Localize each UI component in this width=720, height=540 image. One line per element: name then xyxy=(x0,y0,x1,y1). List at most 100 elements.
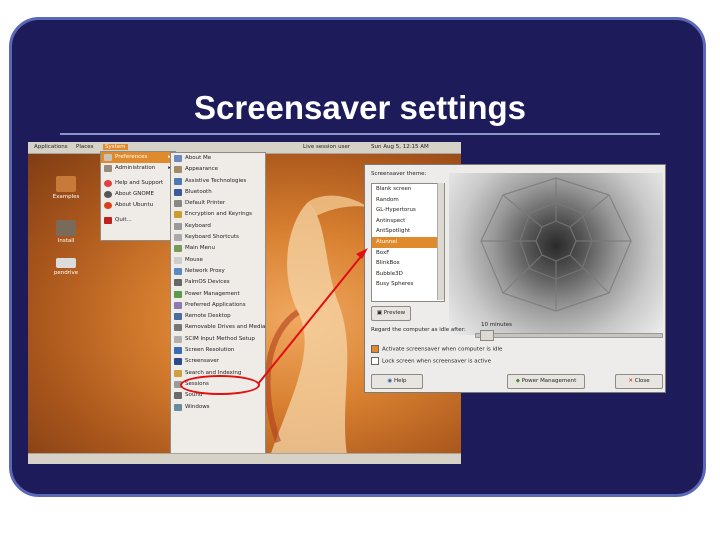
pref-item[interactable]: Default Printer xyxy=(171,198,265,209)
clock[interactable]: Sun Aug 5, 12:15 AM xyxy=(371,144,429,150)
idle-time-label: Regard the computer as idle after: xyxy=(371,327,466,333)
applications-menu[interactable]: Applications xyxy=(34,144,68,150)
theme-option[interactable]: Antinspect xyxy=(372,216,444,227)
menu-item-help[interactable]: Help and Support xyxy=(101,178,175,189)
examples-desktop-icon[interactable]: Examples xyxy=(46,176,86,200)
pref-item[interactable]: Bluetooth xyxy=(171,187,265,198)
pref-item[interactable]: Mouse xyxy=(171,255,265,266)
menu-item-about-gnome[interactable]: About GNOME xyxy=(101,189,175,200)
network-proxy-icon xyxy=(174,267,182,275)
menu-item-preferences[interactable]: Preferences▸ xyxy=(101,152,175,163)
folder-icon xyxy=(56,176,76,192)
install-icon xyxy=(56,220,76,236)
search-icon xyxy=(174,369,182,377)
pref-item-screensaver[interactable]: Screensaver xyxy=(171,356,265,367)
screensaver-preferences-dialog: Screensaver theme: Blank screen Random G… xyxy=(364,164,666,393)
theme-list[interactable]: Blank screen Random GL-Hypertorus Antins… xyxy=(371,183,445,302)
ubuntu-icon xyxy=(104,202,112,209)
preview-icon: ▣ xyxy=(376,310,384,316)
idle-time-value: 10 minutes xyxy=(481,322,513,328)
sound-icon xyxy=(174,392,182,400)
power-management-button[interactable]: ◆ Power Management xyxy=(507,374,585,389)
screensaver-preview xyxy=(449,173,663,335)
pref-item[interactable]: Keyboard Shortcuts xyxy=(171,232,265,243)
pref-item[interactable]: Screen Resolution xyxy=(171,345,265,356)
theme-option[interactable]: AntSpotlight xyxy=(372,226,444,237)
screensaver-icon xyxy=(174,358,182,366)
slide-title: Screensaver settings xyxy=(193,89,526,126)
checkbox-unchecked-icon xyxy=(371,357,379,365)
menu-item-about-ubuntu[interactable]: About Ubuntu xyxy=(101,200,175,211)
pref-item[interactable]: Appearance xyxy=(171,164,265,175)
theme-option[interactable]: GL-Hypertorus xyxy=(372,205,444,216)
menu-item-quit[interactable]: Quit... xyxy=(101,215,175,226)
pref-item[interactable]: SCIM Input Method Setup xyxy=(171,334,265,345)
quit-icon xyxy=(104,217,112,224)
preferences-submenu: About Me Appearance Assistive Technologi… xyxy=(170,152,266,454)
power-icon xyxy=(174,290,182,298)
theme-list-scrollbar[interactable] xyxy=(437,183,444,300)
appearance-icon xyxy=(174,166,182,174)
pref-item[interactable]: Keyboard xyxy=(171,221,265,232)
pref-item[interactable]: PalmOS Devices xyxy=(171,277,265,288)
pref-item[interactable]: Power Management xyxy=(171,289,265,300)
accessibility-icon xyxy=(174,177,182,185)
about-me-icon xyxy=(174,155,182,162)
pref-item[interactable]: Assistive Technologies xyxy=(171,176,265,187)
keyboard-shortcuts-icon xyxy=(174,234,182,242)
slider-knob[interactable] xyxy=(480,330,494,341)
pendrive-desktop-icon[interactable]: pendrive xyxy=(46,258,86,276)
keyring-icon xyxy=(174,211,182,219)
palm-icon xyxy=(174,279,182,287)
pref-item[interactable]: Windows xyxy=(171,402,265,413)
pref-item[interactable]: Main Menu xyxy=(171,243,265,254)
scim-icon xyxy=(174,335,182,343)
idle-time-slider[interactable] xyxy=(475,330,663,341)
theme-option-selected[interactable]: Atunnel xyxy=(372,236,444,248)
preview-button[interactable]: ▣ Preview xyxy=(371,306,411,321)
pref-item[interactable]: About Me xyxy=(171,153,265,164)
places-menu[interactable]: Places xyxy=(76,144,94,150)
theme-option[interactable]: Bubble3D xyxy=(372,269,444,280)
pref-item[interactable]: Removable Drives and Media xyxy=(171,322,265,333)
preferences-icon xyxy=(104,154,112,161)
close-button[interactable]: ✕ Close xyxy=(615,374,663,389)
admin-icon xyxy=(104,165,112,172)
drive-icon xyxy=(56,258,76,268)
lock-screen-checkbox[interactable]: Lock screen when screensaver is active xyxy=(371,357,491,365)
activate-screensaver-checkbox[interactable]: Activate screensaver when computer is id… xyxy=(371,345,502,353)
title-divider xyxy=(60,133,660,135)
pref-item[interactable]: Preferred Applications xyxy=(171,300,265,311)
printer-icon xyxy=(174,200,182,208)
preferred-apps-icon xyxy=(174,301,182,309)
pref-item[interactable]: Encryption and Keyrings xyxy=(171,209,265,220)
remote-desktop-icon xyxy=(174,313,182,321)
tunnel-preview-graphic xyxy=(480,177,632,312)
bluetooth-icon xyxy=(174,188,182,196)
theme-option[interactable]: Random xyxy=(372,195,444,206)
screensaver-highlight-ellipse xyxy=(180,375,260,395)
main-menu-icon xyxy=(174,245,182,253)
help-button[interactable]: ◉ Help xyxy=(371,374,423,389)
checkbox-checked-icon xyxy=(371,345,379,353)
install-desktop-icon[interactable]: Install xyxy=(46,220,86,244)
theme-option[interactable]: BlinkBox xyxy=(372,258,444,269)
theme-option[interactable]: BoxF xyxy=(372,248,444,259)
system-menu[interactable]: System xyxy=(103,144,128,150)
bottom-panel xyxy=(28,453,461,464)
mouse-icon xyxy=(174,256,182,264)
theme-option[interactable]: Blank screen xyxy=(372,184,444,195)
windows-icon xyxy=(174,403,182,411)
gnome-icon xyxy=(104,191,112,198)
pref-item[interactable]: Remote Desktop xyxy=(171,311,265,322)
system-dropdown-menu: Preferences▸ Administration▸ Help and Su… xyxy=(100,151,176,241)
removable-drives-icon xyxy=(174,324,182,332)
theme-list-label: Screensaver theme: xyxy=(371,171,427,177)
theme-option[interactable]: Busy Spheres xyxy=(372,279,444,290)
keyboard-icon xyxy=(174,222,182,230)
help-icon xyxy=(104,180,112,187)
menu-item-administration[interactable]: Administration▸ xyxy=(101,163,175,174)
session-user[interactable]: Live session user xyxy=(303,144,350,150)
pref-item[interactable]: Network Proxy xyxy=(171,266,265,277)
screen-resolution-icon xyxy=(174,347,182,355)
